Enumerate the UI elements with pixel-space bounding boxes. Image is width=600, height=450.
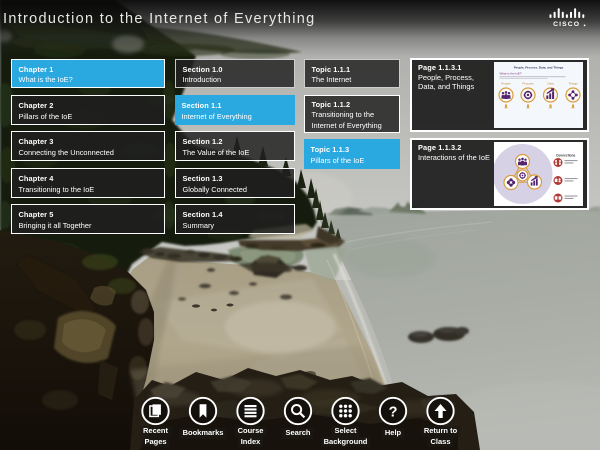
svg-text:CISCO: CISCO (553, 21, 580, 28)
svg-text:?: ? (389, 404, 398, 420)
svg-text:Things: Things (568, 81, 578, 85)
svg-text:Process: Process (522, 81, 533, 85)
svg-text:What is the IoE?: What is the IoE? (499, 71, 521, 75)
svg-text:Connections: Connections (556, 153, 576, 157)
svg-text:People, Process, Data, and Thi: People, Process, Data, and Things (513, 65, 563, 69)
svg-text:People: People (501, 81, 511, 85)
svg-text:Data: Data (547, 81, 554, 85)
